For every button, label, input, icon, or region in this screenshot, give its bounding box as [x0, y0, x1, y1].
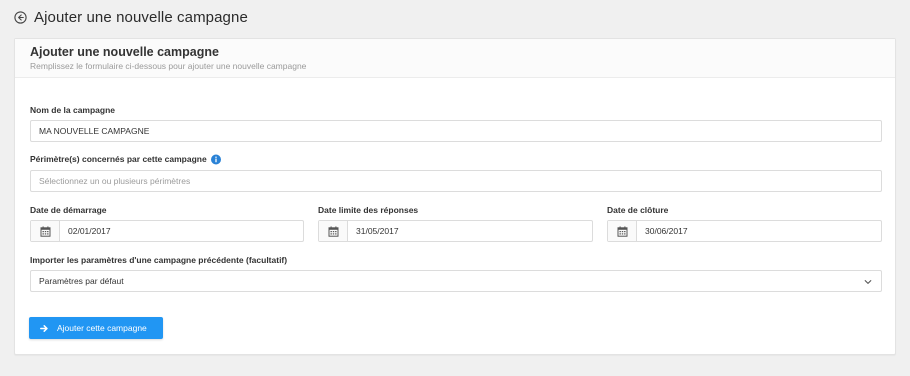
- import-params-select[interactable]: Paramètres par défaut: [30, 270, 882, 292]
- import-label: Importer les paramètres d'une campagne p…: [30, 255, 287, 265]
- page-title: Ajouter une nouvelle campagne: [34, 9, 248, 26]
- card-header: Ajouter une nouvelle campagne Remplissez…: [15, 39, 895, 78]
- page-header: Ajouter une nouvelle campagne: [14, 9, 248, 26]
- start-date-input[interactable]: 02/01/2017: [30, 220, 304, 242]
- deadline-input[interactable]: 31/05/2017: [318, 220, 593, 242]
- chevron-down-icon: [864, 278, 872, 286]
- deadline-label-text: Date limite des réponses: [318, 205, 419, 215]
- close-date-label: Date de clôture: [607, 205, 668, 215]
- campaign-form-card: Ajouter une nouvelle campagne Remplissez…: [14, 38, 896, 355]
- campaign-name-label-text: Nom de la campagne: [30, 105, 116, 115]
- import-selected-value: Paramètres par défaut: [39, 276, 124, 286]
- campaign-name-value: MA NOUVELLE CAMPAGNE: [39, 126, 150, 136]
- start-date-value: 02/01/2017: [68, 226, 111, 236]
- deadline-label: Date limite des réponses: [318, 205, 418, 215]
- close-date-input[interactable]: 30/06/2017: [607, 220, 882, 242]
- perimeters-placeholder: Sélectionnez un ou plusieurs périmètres: [39, 176, 191, 186]
- card-title: Ajouter une nouvelle campagne: [30, 45, 219, 59]
- info-icon[interactable]: [210, 154, 221, 165]
- start-date-label-text: Date de démarrage: [30, 205, 107, 215]
- perimeters-label-text: Périmètre(s) concernés par cette campagn…: [30, 154, 207, 164]
- back-arrow-circle-icon[interactable]: [14, 11, 27, 24]
- card-subtitle: Remplissez le formulaire ci-dessous pour…: [30, 61, 307, 71]
- perimeters-select[interactable]: Sélectionnez un ou plusieurs périmètres: [30, 170, 882, 192]
- perimeters-label: Périmètre(s) concernés par cette campagn…: [30, 154, 221, 165]
- calendar-icon[interactable]: [31, 221, 60, 241]
- add-campaign-button-label: Ajouter cette campagne: [57, 323, 147, 333]
- arrow-right-icon: [40, 324, 49, 333]
- campaign-name-label: Nom de la campagne: [30, 105, 115, 115]
- calendar-icon[interactable]: [608, 221, 637, 241]
- close-date-value: 30/06/2017: [645, 226, 688, 236]
- campaign-name-input[interactable]: MA NOUVELLE CAMPAGNE: [30, 120, 882, 142]
- import-label-text: Importer les paramètres d'une campagne p…: [30, 255, 288, 265]
- close-date-label-text: Date de clôture: [607, 205, 669, 215]
- start-date-label: Date de démarrage: [30, 205, 107, 215]
- add-campaign-button[interactable]: Ajouter cette campagne: [29, 317, 163, 339]
- calendar-icon[interactable]: [319, 221, 348, 241]
- deadline-value: 31/05/2017: [356, 226, 399, 236]
